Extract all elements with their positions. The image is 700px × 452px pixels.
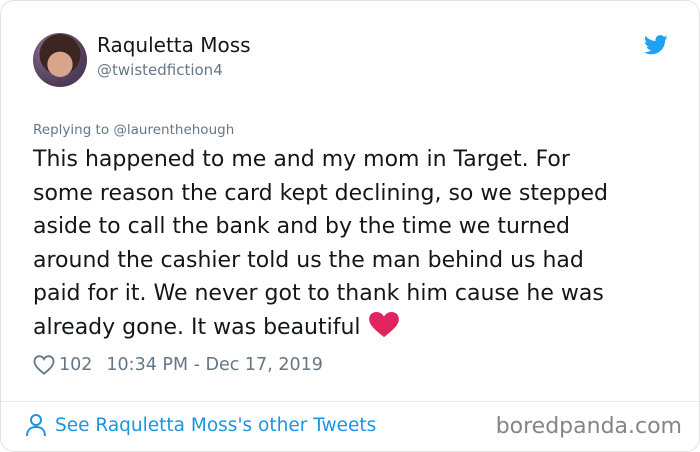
tweet-card: Raquletta Moss @twistedfiction4 Replying…: [0, 0, 700, 452]
tweet-line: some reason the card kept declining, so …: [33, 180, 608, 206]
tweet-line: aside to call the bank and by the time w…: [33, 214, 570, 240]
person-icon: [26, 414, 46, 437]
tweet-line: This happened to me and my mom in Target…: [33, 147, 570, 172]
tweet-text: This happened to me and my mom in Target…: [33, 143, 673, 345]
tweet-meta: 102 10:34 PM - Dec 17, 2019: [33, 351, 323, 379]
author-handle[interactable]: @twistedfiction4: [97, 61, 223, 79]
like-count[interactable]: 102: [59, 355, 92, 375]
watermark: boredpanda.com: [495, 414, 682, 439]
tweet-line: already gone. It was beautiful: [33, 314, 361, 340]
author-name[interactable]: Raquletta Moss: [97, 33, 251, 57]
replying-to[interactable]: Replying to @laurenthehough: [33, 122, 234, 138]
divider: [1, 401, 699, 402]
tweet-line: paid for it. We never got to thank him c…: [33, 281, 604, 307]
like-heart-icon[interactable]: [33, 355, 55, 375]
avatar[interactable]: [33, 33, 87, 87]
tweet-line-last: already gone. It was beautiful: [33, 311, 673, 345]
timestamp[interactable]: 10:34 PM - Dec 17, 2019: [106, 355, 322, 375]
red-heart-emoji: [368, 311, 399, 338]
see-other-tweets-label[interactable]: See Raquletta Moss's other Tweets: [55, 415, 376, 436]
tweet-line: around the cashier told us the man behin…: [33, 247, 584, 273]
see-other-tweets-link[interactable]: See Raquletta Moss's other Tweets: [25, 413, 376, 437]
twitter-bird-icon[interactable]: [644, 35, 668, 55]
